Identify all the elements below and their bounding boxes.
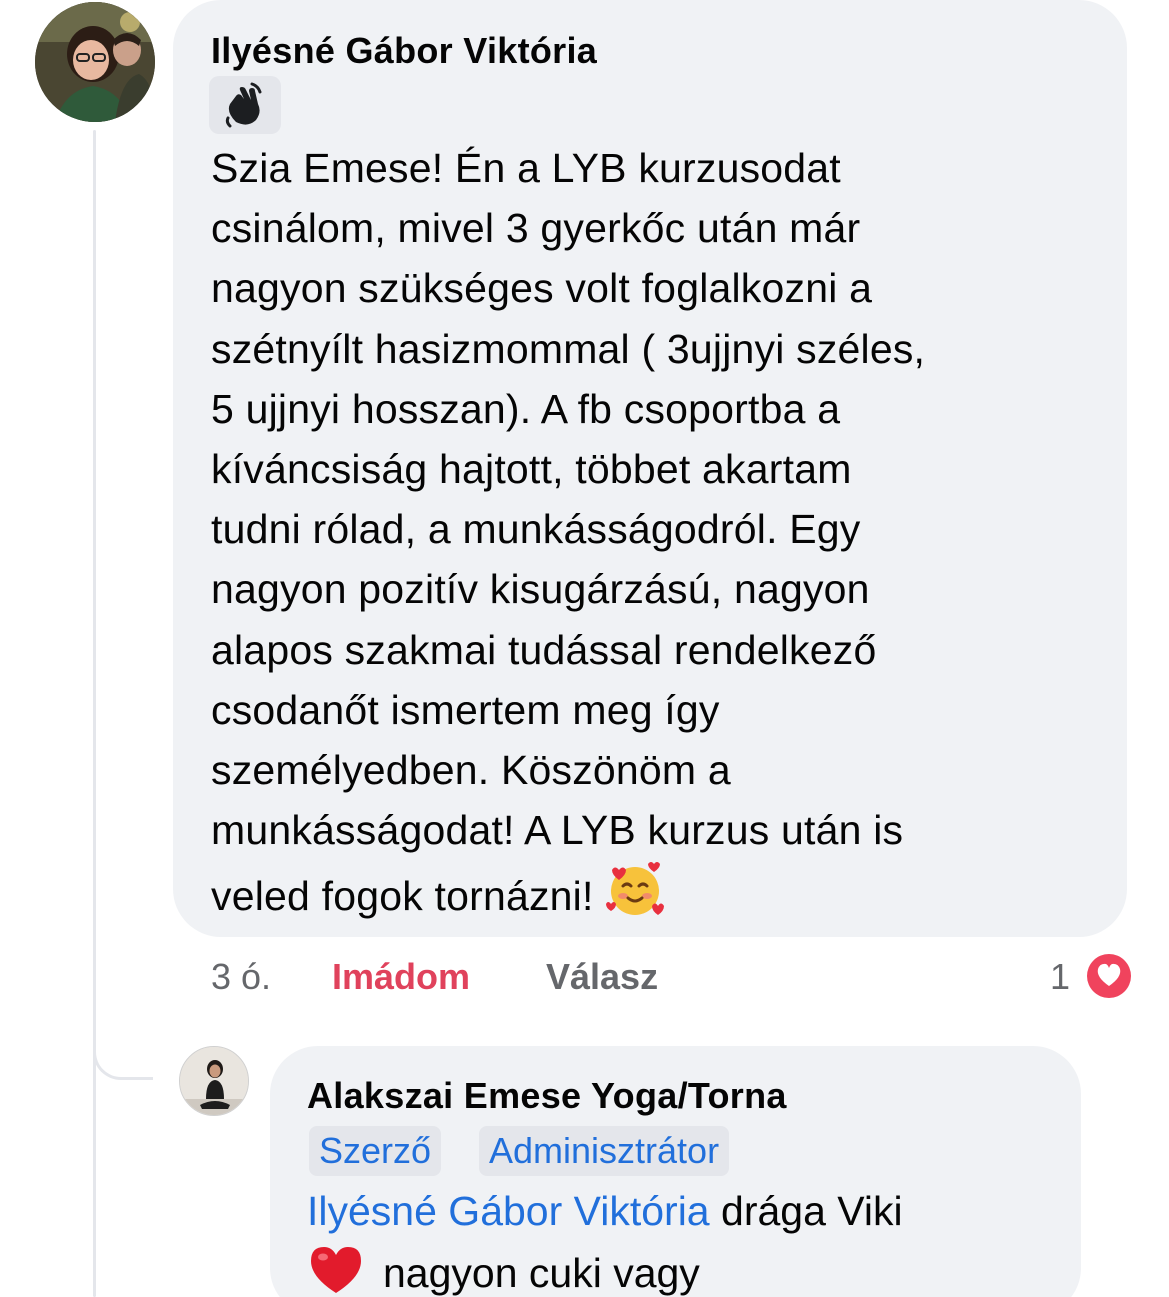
author-badge: Szerző [309, 1126, 442, 1176]
waving-hand-icon [209, 76, 281, 134]
reaction-count[interactable]: 1 [1050, 955, 1070, 999]
love-reaction-button[interactable]: Imádom [332, 955, 470, 999]
reply-button[interactable]: Válasz [546, 955, 658, 999]
comment-text: Szia Emese! Én a LYB kurzusodat csinálom… [211, 138, 1111, 935]
comment-time[interactable]: 3 ó. [211, 955, 271, 999]
mention-link[interactable]: Ilyésné Gábor Viktória [307, 1188, 710, 1234]
reply-author-avatar[interactable] [179, 1046, 249, 1116]
reply-text-line2: nagyon cuki vagy [383, 1250, 700, 1296]
thread-connector [93, 130, 96, 1297]
commenter-avatar[interactable] [35, 2, 155, 122]
red-heart-icon [307, 1243, 365, 1297]
smiling-face-with-hearts-icon [604, 860, 666, 934]
comment-author[interactable]: Ilyésné Gábor Viktória [211, 30, 597, 72]
admin-badge: Adminisztrátor [479, 1126, 730, 1176]
comment-body: Szia Emese! Én a LYB kurzusodat csinálom… [211, 145, 926, 920]
reply-author[interactable]: Alakszai Emese Yoga/Torna [307, 1075, 787, 1117]
reply-line-2: nagyon cuki vagy [307, 1242, 1067, 1297]
reply-text: Ilyésné Gábor Viktória drága Viki nagyon… [307, 1180, 1067, 1297]
thread-connector-curve [93, 1020, 153, 1080]
love-reaction-icon[interactable] [1085, 952, 1133, 1000]
reply-line-1: Ilyésné Gábor Viktória drága Viki [307, 1180, 1067, 1242]
comment-thread: Ilyésné Gábor Viktória Szia Emese! Én a … [0, 0, 1169, 1297]
reply-text-part: drága Viki [709, 1188, 903, 1234]
